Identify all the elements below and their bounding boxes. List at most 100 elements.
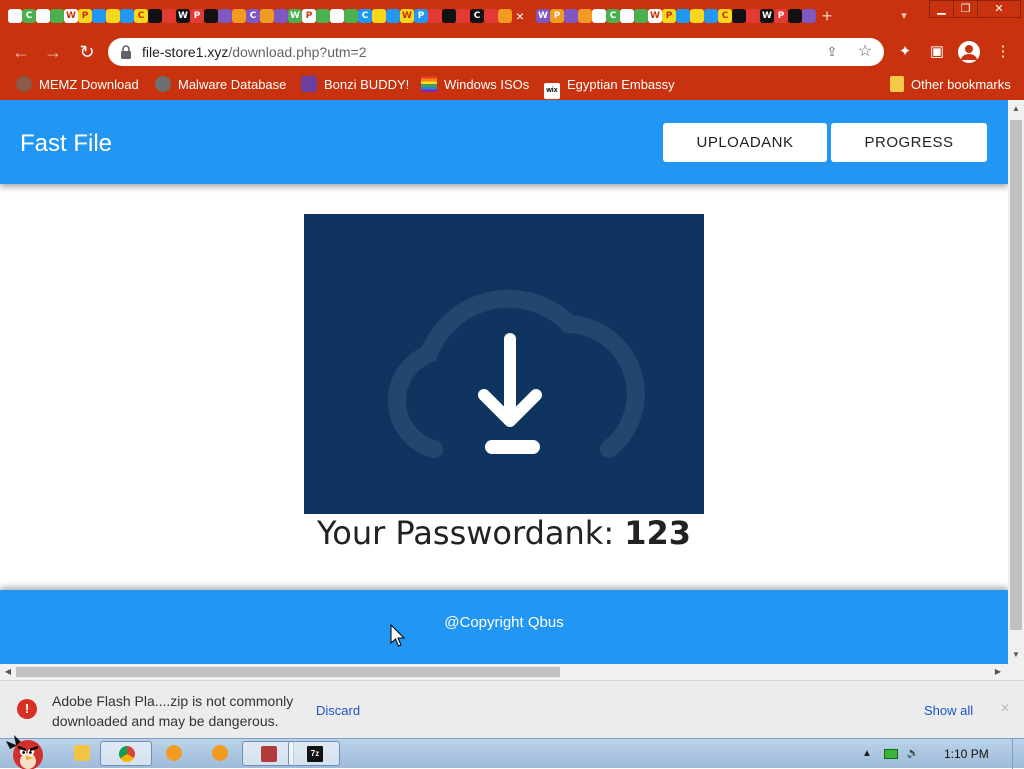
tab-favicon-icon[interactable]: W bbox=[400, 9, 414, 23]
tab-favicon-icon[interactable] bbox=[36, 9, 50, 23]
extensions-puzzle-icon[interactable]: ✦ bbox=[896, 43, 914, 61]
window-restore-button[interactable]: ❐ bbox=[953, 0, 978, 18]
tab-favicon-icon[interactable]: W bbox=[64, 9, 78, 23]
progress-button[interactable]: PROGRESS bbox=[831, 123, 987, 162]
address-bar[interactable]: file-store1.xyz/download.php?utm=2 ⇪ ☆ bbox=[108, 38, 884, 66]
taskbar-7zip[interactable]: 7z bbox=[288, 741, 340, 766]
tab-favicon-icon[interactable] bbox=[788, 9, 802, 23]
close-shelf-icon[interactable]: ✕ bbox=[998, 701, 1012, 715]
tab-favicon-icon[interactable] bbox=[162, 9, 176, 23]
bookmark-bonzi-buddy[interactable]: Bonzi BUDDY! bbox=[301, 76, 409, 94]
new-tab-button[interactable]: + bbox=[818, 6, 836, 26]
volume-icon[interactable]: 🔊 bbox=[906, 747, 920, 761]
tab-favicon-icon[interactable]: P bbox=[550, 9, 564, 23]
tab-favicon-icon[interactable] bbox=[620, 9, 634, 23]
tab-favicon-icon[interactable] bbox=[92, 9, 106, 23]
tab-favicon-icon[interactable]: W bbox=[176, 9, 190, 23]
tab-favicon-icon[interactable] bbox=[120, 9, 134, 23]
scroll-right-arrow-icon[interactable]: ▶ bbox=[991, 665, 1005, 679]
vertical-scroll-thumb[interactable] bbox=[1010, 120, 1022, 630]
taskbar-chrome[interactable] bbox=[100, 741, 152, 766]
tab-favicon-icon[interactable]: W bbox=[288, 9, 302, 23]
forward-arrow-icon[interactable]: → bbox=[42, 41, 64, 63]
tab-favicon-icon[interactable]: W bbox=[536, 9, 550, 23]
horizontal-scrollbar[interactable]: ◀ ▶ bbox=[0, 664, 1024, 680]
tab-favicon-icon[interactable]: P bbox=[414, 9, 428, 23]
tab-favicon-icon[interactable]: C bbox=[470, 9, 484, 23]
tab-favicon-icon[interactable] bbox=[634, 9, 648, 23]
tab-favicon-icon[interactable] bbox=[564, 9, 578, 23]
bookmark-windows-isos[interactable]: Windows ISOs bbox=[421, 76, 529, 94]
back-arrow-icon[interactable]: ← bbox=[10, 41, 32, 63]
tab-favicon-icon[interactable]: W bbox=[648, 9, 662, 23]
side-panel-icon[interactable]: ▣ bbox=[928, 43, 946, 61]
tab-favicon-icon[interactable] bbox=[690, 9, 704, 23]
site-title[interactable]: Fast File bbox=[20, 130, 112, 158]
tab-favicon-icon[interactable] bbox=[218, 9, 232, 23]
horizontal-scroll-thumb[interactable] bbox=[16, 667, 560, 677]
bookmark-star-icon[interactable]: ☆ bbox=[856, 43, 874, 61]
tab-favicon-icon[interactable] bbox=[106, 9, 120, 23]
tab-favicon-icon[interactable] bbox=[232, 9, 246, 23]
tab-favicon-icon[interactable] bbox=[802, 9, 816, 23]
tab-favicon-icon[interactable] bbox=[704, 9, 718, 23]
tab-favicon-icon[interactable] bbox=[372, 9, 386, 23]
tab-favicon-icon[interactable]: C bbox=[246, 9, 260, 23]
tab-favicon-icon[interactable]: C bbox=[134, 9, 148, 23]
show-all-button[interactable]: Show all bbox=[924, 703, 973, 718]
window-close-button[interactable]: ✕ bbox=[977, 0, 1021, 18]
tab-favicon-icon[interactable] bbox=[442, 9, 456, 23]
other-bookmarks-folder[interactable]: Other bookmarks bbox=[890, 76, 1011, 94]
tab-favicon-icon[interactable] bbox=[746, 9, 760, 23]
tab-favicon-icon[interactable] bbox=[316, 9, 330, 23]
tab-favicon-icon[interactable]: C bbox=[718, 9, 732, 23]
tab-favicon-icon[interactable] bbox=[732, 9, 746, 23]
scroll-left-arrow-icon[interactable]: ◀ bbox=[1, 665, 15, 679]
tab-favicon-icon[interactable] bbox=[676, 9, 690, 23]
password-value[interactable]: 123 bbox=[624, 514, 691, 552]
angry-bird-start-icon[interactable] bbox=[4, 731, 48, 769]
tab-favicon-icon[interactable] bbox=[498, 9, 512, 23]
taskbar-clock[interactable]: 1:10 PM bbox=[944, 747, 989, 761]
tab-favicon-icon[interactable] bbox=[456, 9, 470, 23]
tray-expand-icon[interactable]: ▲ bbox=[860, 747, 874, 761]
upload-button[interactable]: UPLOADANK bbox=[663, 123, 827, 162]
scroll-up-arrow-icon[interactable]: ▲ bbox=[1009, 102, 1023, 116]
tab-favicon-icon[interactable] bbox=[260, 9, 274, 23]
tab-favicon-icon[interactable]: P bbox=[302, 9, 316, 23]
kebab-menu-icon[interactable]: ⋮ bbox=[994, 43, 1012, 61]
tab-favicon-icon[interactable]: C bbox=[22, 9, 36, 23]
tab-favicon-icon[interactable] bbox=[330, 9, 344, 23]
tab-favicon-icon[interactable]: P bbox=[78, 9, 92, 23]
tab-favicon-icon[interactable] bbox=[274, 9, 288, 23]
tab-favicon-icon[interactable] bbox=[204, 9, 218, 23]
bookmark-malware-database[interactable]: Malware Database bbox=[155, 76, 286, 94]
tab-favicon-icon[interactable]: W bbox=[760, 9, 774, 23]
bookmark-memz-download[interactable]: MEMZ Download bbox=[16, 76, 139, 94]
taskbar-archive-app[interactable] bbox=[242, 741, 294, 766]
tab-favicon-icon[interactable] bbox=[592, 9, 606, 23]
reload-icon[interactable]: ↻ bbox=[76, 41, 98, 63]
battery-icon[interactable] bbox=[884, 749, 898, 759]
profile-avatar-icon[interactable] bbox=[958, 41, 980, 63]
window-minimize-button[interactable]: ▁ bbox=[929, 0, 954, 18]
tab-favicon-icon[interactable]: C bbox=[606, 9, 620, 23]
taskbar-ccleaner-2[interactable] bbox=[194, 741, 246, 766]
show-desktop-button[interactable] bbox=[1012, 739, 1024, 769]
tab-favicon-icon[interactable] bbox=[344, 9, 358, 23]
tab-favicon-icon[interactable] bbox=[50, 9, 64, 23]
tab-favicon-icon[interactable] bbox=[578, 9, 592, 23]
tab-close-icon[interactable]: × bbox=[512, 7, 528, 25]
tab-favicon-icon[interactable]: C bbox=[358, 9, 372, 23]
tab-favicon-icon[interactable]: P bbox=[190, 9, 204, 23]
tab-favicon-icon[interactable] bbox=[428, 9, 442, 23]
taskbar-ccleaner-1[interactable] bbox=[148, 741, 200, 766]
tab-favicon-icon[interactable]: P bbox=[662, 9, 676, 23]
tab-favicon-icon[interactable] bbox=[8, 9, 22, 23]
share-icon[interactable]: ⇪ bbox=[824, 44, 840, 60]
tab-favicon-icon[interactable] bbox=[484, 9, 498, 23]
tab-favicon-icon[interactable] bbox=[386, 9, 400, 23]
url-text[interactable]: file-store1.xyz/download.php?utm=2 bbox=[142, 44, 367, 60]
vertical-scrollbar[interactable]: ▲ ▼ bbox=[1008, 100, 1024, 664]
tab-search-chevron-icon[interactable]: ▾ bbox=[896, 8, 912, 24]
